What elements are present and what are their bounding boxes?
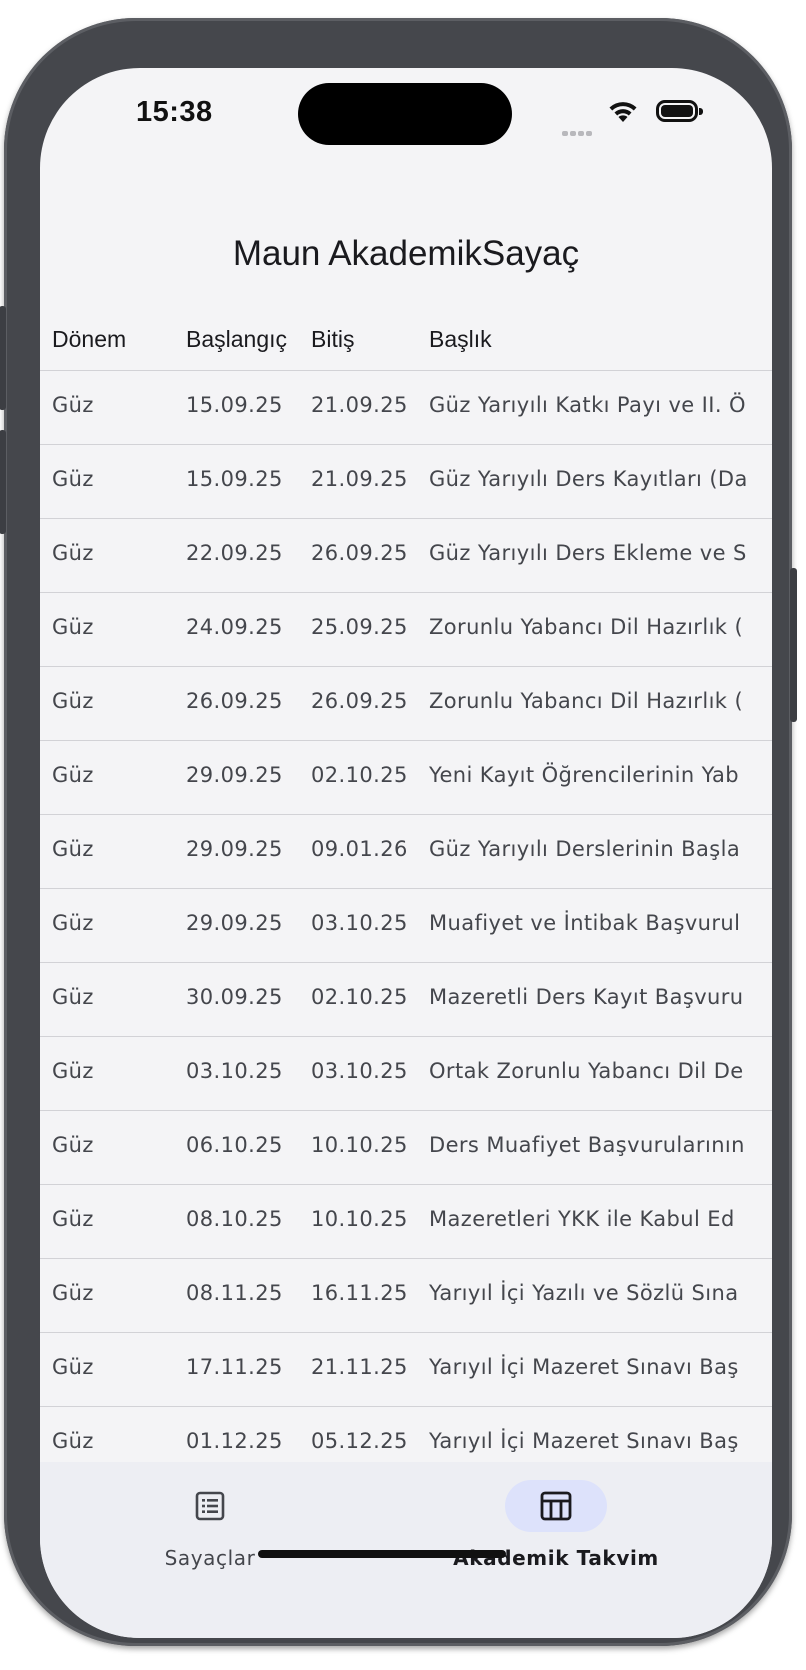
- table-row[interactable]: Güz 30.09.25 02.10.25 Mazeretli Ders Kayıt …: [40, 963, 772, 1037]
- cell-term: Güz: [52, 1429, 94, 1453]
- cell-title: Ders Muafiyet Başvurularının: [429, 1133, 745, 1157]
- cell-title: Yeni Kayıt Öğrencilerinin Yab: [429, 763, 739, 787]
- cell-term: Güz: [52, 467, 94, 491]
- cell-term: Güz: [52, 1281, 94, 1305]
- cell-term: Güz: [52, 1355, 94, 1379]
- table-row[interactable]: Güz 29.09.25 09.01.26 Güz Yarıyılı Dersleri…: [40, 815, 772, 889]
- volume-button: [0, 430, 6, 534]
- table-row[interactable]: Güz 08.11.25 16.11.25 Yarıyıl İçi Yazılı ve…: [40, 1259, 772, 1333]
- calendar-table-icon: [540, 1491, 572, 1521]
- cell-start-date: 30.09.25: [186, 985, 283, 1009]
- cell-start-date: 03.10.25: [186, 1059, 283, 1083]
- cell-end-date: 21.09.25: [311, 467, 408, 491]
- cell-title: Mazeretli Ders Kayıt Başvuru: [429, 985, 744, 1009]
- table-row[interactable]: Güz 15.09.25 21.09.25 Güz Yarıyılı Ders Kay…: [40, 445, 772, 519]
- cell-start-date: 08.10.25: [186, 1207, 283, 1231]
- cell-term: Güz: [52, 541, 94, 565]
- cell-end-date: 26.09.25: [311, 541, 408, 565]
- cell-title: Yarıyıl İçi Yazılı ve Sözlü Sına: [429, 1281, 739, 1305]
- cell-term: Güz: [52, 1059, 94, 1083]
- cell-end-date: 03.10.25: [311, 911, 408, 935]
- cell-end-date: 02.10.25: [311, 985, 408, 1009]
- bottom-navigation: Sayaçlar Akademik Takvim: [40, 1462, 772, 1638]
- cell-start-date: 08.11.25: [186, 1281, 283, 1305]
- cell-end-date: 21.09.25: [311, 393, 408, 417]
- cell-title: Zorunlu Yabancı Dil Hazırlık (: [429, 615, 744, 639]
- list-icon: [195, 1491, 225, 1521]
- table-row[interactable]: Güz 15.09.25 21.09.25 Güz Yarıyılı Katkı Pa…: [40, 371, 772, 445]
- cell-term: Güz: [52, 763, 94, 787]
- cell-start-date: 29.09.25: [186, 911, 283, 935]
- cell-term: Güz: [52, 1207, 94, 1231]
- nav-icon-wrap: [159, 1480, 261, 1532]
- table-row[interactable]: Güz 22.09.25 26.09.25 Güz Yarıyılı Ders Ekl…: [40, 519, 772, 593]
- cell-end-date: 25.09.25: [311, 615, 408, 639]
- table-header: Dönem Başlangıç Bitiş Başlık: [40, 308, 772, 371]
- cell-end-date: 05.12.25: [311, 1429, 408, 1453]
- cell-title: Ortak Zorunlu Yabancı Dil De: [429, 1059, 744, 1083]
- cell-term: Güz: [52, 985, 94, 1009]
- app-title: Maun AkademikSayaç: [232, 234, 580, 273]
- status-bar: 15:38: [40, 68, 772, 168]
- cell-term: Güz: [52, 615, 94, 639]
- screen: 15:38 Maun AkademikSayaç Dönem Başlangıç…: [40, 68, 772, 1638]
- cell-start-date: 06.10.25: [186, 1133, 283, 1157]
- cellular-signal-icon: [562, 121, 594, 140]
- table-row[interactable]: Güz 24.09.25 25.09.25 Zorunlu Yabancı Dil H…: [40, 593, 772, 667]
- cell-end-date: 10.10.25: [311, 1207, 408, 1231]
- cell-start-date: 01.12.25: [186, 1429, 283, 1453]
- header-start-date[interactable]: Başlangıç: [186, 326, 287, 353]
- dynamic-island: [298, 83, 512, 145]
- cell-title: Güz Yarıyılı Derslerinin Başla: [429, 837, 741, 861]
- cell-end-date: 10.10.25: [311, 1133, 408, 1157]
- cell-end-date: 26.09.25: [311, 689, 408, 713]
- table-row[interactable]: Güz 26.09.25 26.09.25 Zorunlu Yabancı Dil H…: [40, 667, 772, 741]
- table-row[interactable]: Güz 29.09.25 02.10.25 Yeni Kayıt Öğrenciler…: [40, 741, 772, 815]
- cell-title: Güz Yarıyılı Katkı Payı ve II. Ö: [429, 393, 746, 417]
- header-term[interactable]: Dönem: [52, 326, 126, 353]
- cell-start-date: 26.09.25: [186, 689, 283, 713]
- power-button: [790, 568, 797, 722]
- cell-start-date: 29.09.25: [186, 837, 283, 861]
- cell-title: Mazeretleri YKK ile Kabul Ed: [429, 1207, 735, 1231]
- action-button: [0, 306, 6, 410]
- cell-title: Zorunlu Yabancı Dil Hazırlık (: [429, 689, 744, 713]
- table-body: Güz 15.09.25 21.09.25 Güz Yarıyılı Katkı Pa…: [40, 371, 772, 1481]
- phone-frame: 15:38 Maun AkademikSayaç Dönem Başlangıç…: [0, 18, 797, 1646]
- cell-term: Güz: [52, 689, 94, 713]
- nav-icon-wrap-active: [505, 1480, 607, 1532]
- cell-end-date: 21.11.25: [311, 1355, 408, 1379]
- table-row[interactable]: Güz 08.10.25 10.10.25 Mazeretleri YKK ile K…: [40, 1185, 772, 1259]
- cell-start-date: 29.09.25: [186, 763, 283, 787]
- cell-title: Güz Yarıyılı Ders Kayıtları (Da: [429, 467, 748, 491]
- table-row[interactable]: Güz 06.10.25 10.10.25 Ders Muafiyet Başvuru…: [40, 1111, 772, 1185]
- header-end-date[interactable]: Bitiş: [311, 326, 354, 353]
- cell-term: Güz: [52, 837, 94, 861]
- cell-start-date: 17.11.25: [186, 1355, 283, 1379]
- table-row[interactable]: Güz 17.11.25 21.11.25 Yarıyıl İçi Mazeret S…: [40, 1333, 772, 1407]
- cell-title: Yarıyıl İçi Mazeret Sınavı Baş: [429, 1429, 739, 1453]
- cell-title: Güz Yarıyılı Ders Ekleme ve S: [429, 541, 747, 565]
- battery-icon: [656, 100, 703, 122]
- cell-start-date: 15.09.25: [186, 393, 283, 417]
- cell-term: Güz: [52, 1133, 94, 1157]
- home-indicator: [258, 1550, 506, 1558]
- cell-start-date: 24.09.25: [186, 615, 283, 639]
- table-row[interactable]: Güz 29.09.25 03.10.25 Muafiyet ve İntibak B…: [40, 889, 772, 963]
- status-time: 15:38: [136, 96, 213, 128]
- table-row[interactable]: Güz 03.10.25 03.10.25 Ortak Zorunlu Yabancı…: [40, 1037, 772, 1111]
- cell-end-date: 03.10.25: [311, 1059, 408, 1083]
- academic-calendar-table: Dönem Başlangıç Bitiş Başlık Güz 15.09.25…: [40, 308, 772, 1481]
- cell-title: Yarıyıl İçi Mazeret Sınavı Baş: [429, 1355, 739, 1379]
- cell-end-date: 16.11.25: [311, 1281, 408, 1305]
- cell-title: Muafiyet ve İntibak Başvurul: [429, 911, 741, 935]
- cell-start-date: 15.09.25: [186, 467, 283, 491]
- header-title[interactable]: Başlık: [429, 326, 492, 353]
- cell-term: Güz: [52, 911, 94, 935]
- cell-end-date: 02.10.25: [311, 763, 408, 787]
- wifi-icon: [606, 98, 640, 128]
- cell-term: Güz: [52, 393, 94, 417]
- cell-start-date: 22.09.25: [186, 541, 283, 565]
- cell-end-date: 09.01.26: [311, 837, 408, 861]
